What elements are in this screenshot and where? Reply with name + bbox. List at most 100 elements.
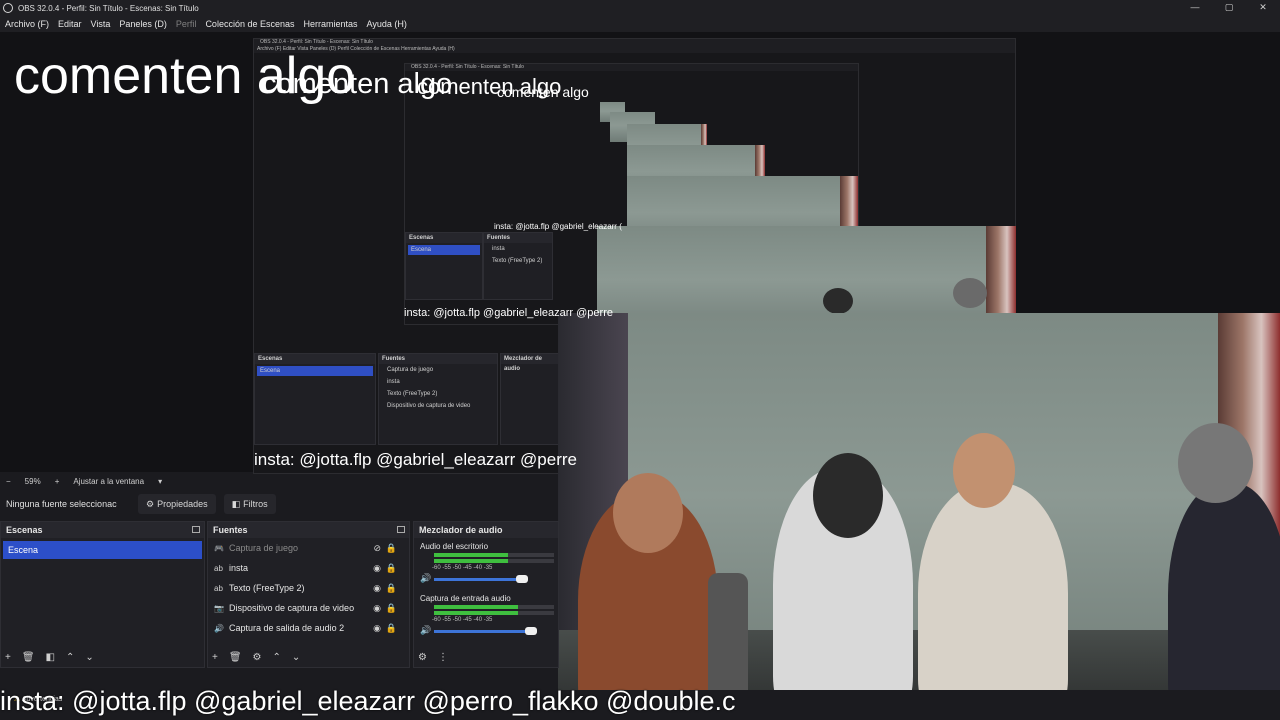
source-item[interactable]: ab Texto (FreeType 2) ◉ 🔒 <box>208 578 409 598</box>
level-meter <box>434 605 554 609</box>
level-meter <box>434 559 554 563</box>
volume-slider[interactable] <box>434 575 529 583</box>
filters-label: Filtros <box>243 499 268 509</box>
mixer-toolbar: ⚙ ⋮ <box>414 647 558 667</box>
menu-archivo[interactable]: Archivo (F) <box>5 19 49 29</box>
scene-filters-icon[interactable]: ◧ <box>46 652 55 663</box>
camera-feed <box>558 313 1280 720</box>
menu-herramientas[interactable]: Herramientas <box>304 19 358 29</box>
title-bar: OBS 32.0.4 - Perfil: Sin Título - Escena… <box>0 0 1280 16</box>
advanced-audio-icon[interactable]: ⚙ <box>418 652 427 663</box>
channel-name: Audio del escritorio <box>420 542 489 551</box>
obs-logo-icon <box>3 3 13 13</box>
preview-canvas[interactable]: OBS 32.0.4 - Perfil: Sin Título - Escena… <box>0 32 1280 720</box>
move-down-icon[interactable]: ⌄ <box>85 652 93 663</box>
source-label: insta <box>229 563 249 573</box>
remove-scene-icon[interactable]: 🗑 <box>22 652 35 663</box>
nested-sources-title: Fuentes <box>484 233 552 243</box>
minimize-button[interactable]: — <box>1178 0 1212 14</box>
sources-dock-header: Fuentes <box>208 522 409 538</box>
scenes-dock: Escenas Escena + 🗑 ◧ ⌃ ⌄ <box>0 521 205 668</box>
meter-ticks: -60 -55 -50 -45 -40 -35 <box>432 617 493 623</box>
fit-to-window-label[interactable]: Ajustar a la ventana <box>73 477 144 486</box>
mute-speaker-icon[interactable]: 🔊 <box>420 625 431 636</box>
lock-icon[interactable]: 🔒 <box>386 563 397 574</box>
scene-item[interactable]: Escena <box>3 541 202 559</box>
visibility-eye-icon[interactable]: ⊘ <box>373 543 381 554</box>
menu-editar[interactable]: Editar <box>58 19 82 29</box>
maximize-button[interactable]: ▢ <box>1212 0 1246 14</box>
sources-list: 🎮 Captura de juego ⊘ 🔒 ab insta ◉ 🔒 ab Texto (Fre… <box>208 538 409 638</box>
window-title: OBS 32.0.4 - Perfil: Sin Título - Escena… <box>18 3 199 13</box>
mute-speaker-icon[interactable]: 🔊 <box>420 573 431 584</box>
level-meter <box>434 611 554 615</box>
source-item[interactable]: 🔊 Captura de salida de audio 2 ◉ 🔒 <box>208 618 409 638</box>
visibility-eye-icon[interactable]: ◉ <box>373 623 381 634</box>
handles-overlay-nested-3: insta: @jotta.flp @gabriel_eleazarr ( <box>494 222 622 231</box>
source-item[interactable]: ab insta ◉ 🔒 <box>208 558 409 578</box>
properties-label: Propiedades <box>157 499 208 509</box>
speaker-icon: 🔊 <box>214 623 224 633</box>
source-properties-gear-icon[interactable]: ⚙ <box>253 652 262 663</box>
mixer-dock-header: Mezclador de audio <box>414 522 558 538</box>
volume-slider-handle[interactable] <box>525 627 537 635</box>
menu-vista[interactable]: Vista <box>91 19 111 29</box>
lock-icon[interactable]: 🔒 <box>386 543 397 554</box>
nested-sources-dock-l1: Fuentes Captura de juego insta Texto (Fr… <box>378 353 498 445</box>
volume-slider[interactable] <box>434 627 537 635</box>
camera-icon: 📷 <box>214 603 224 613</box>
comment-overlay-nested-3: comenten algo <box>497 84 589 100</box>
filters-button[interactable]: ◧ Filtros <box>223 494 276 514</box>
nested-scene-item: Escena <box>408 245 480 255</box>
nested-mixer-title-l1: Mezclador de audio <box>501 354 559 372</box>
move-up-icon[interactable]: ⌃ <box>66 652 74 663</box>
level-meter <box>434 553 554 557</box>
visibility-eye-icon[interactable]: ◉ <box>373 563 381 574</box>
visibility-eye-icon[interactable]: ◉ <box>373 603 381 614</box>
gear-icon: ⚙ <box>146 498 155 509</box>
lock-icon[interactable]: 🔒 <box>386 583 397 594</box>
handles-overlay: insta: @jotta.flp @gabriel_eleazarr @per… <box>0 686 736 716</box>
text-icon: ab <box>214 583 223 593</box>
menu-ayuda[interactable]: Ayuda (H) <box>367 19 407 29</box>
nested-title: OBS 32.0.4 - Perfil: Sin Título - Escena… <box>254 39 1015 46</box>
menu-paneles[interactable]: Paneles (D) <box>119 19 167 29</box>
menu-coleccion[interactable]: Colección de Escenas <box>205 19 294 29</box>
scenes-title: Escenas <box>6 525 43 535</box>
visibility-eye-icon[interactable]: ◉ <box>373 583 381 594</box>
mixer-channels: Audio del escritorio -60 -55 -50 -45 -40 … <box>414 538 558 642</box>
mixer-menu-icon[interactable]: ⋮ <box>438 652 448 663</box>
properties-button[interactable]: ⚙ Propiedades <box>138 494 216 514</box>
audio-mixer-dock: Mezclador de audio Audio del escritorio -… <box>413 521 559 668</box>
filter-icon: ◧ <box>231 498 241 509</box>
source-item[interactable]: 📷 Dispositivo de captura de video ◉ 🔒 <box>208 598 409 618</box>
undock-icon[interactable] <box>397 526 405 533</box>
source-item[interactable]: 🎮 Captura de juego ⊘ 🔒 <box>208 538 409 558</box>
nested-scenes-title: Escenas <box>406 233 482 243</box>
nested-title-2: OBS 32.0.4 - Perfil: Sin Título - Escena… <box>405 64 858 71</box>
undock-icon[interactable] <box>192 526 200 533</box>
close-button[interactable]: ✕ <box>1246 0 1280 14</box>
nested-scenes-title-l1: Escenas <box>255 354 375 364</box>
nested-sources-title-l1: Fuentes <box>379 354 497 364</box>
mixer-channel: Captura de entrada audio -60 -55 -50 -45 … <box>414 590 558 642</box>
lock-icon[interactable]: 🔒 <box>386 603 397 614</box>
lock-icon[interactable]: 🔒 <box>386 623 397 634</box>
menu-bar: Archivo (F) Editar Vista Paneles (D) Per… <box>0 16 1280 32</box>
zoom-dropdown-icon[interactable]: ▾ <box>158 477 162 486</box>
nested-source-row: Texto (FreeType 2) <box>492 258 543 264</box>
nested-src-3: Dispositivo de captura de video <box>387 403 471 409</box>
move-up-icon[interactable]: ⌃ <box>273 652 281 663</box>
source-label: Texto (FreeType 2) <box>229 583 305 593</box>
zoom-in-button[interactable]: + <box>55 477 60 486</box>
volume-slider-handle[interactable] <box>516 575 529 583</box>
add-source-button[interactable]: + <box>212 652 218 663</box>
zoom-out-button[interactable]: − <box>6 477 11 486</box>
channel-name: Captura de entrada audio <box>420 594 511 603</box>
nested-src-0: Captura de juego <box>387 367 434 373</box>
add-scene-button[interactable]: + <box>5 652 11 663</box>
menu-perfil[interactable]: Perfil <box>176 19 197 29</box>
remove-source-icon[interactable]: 🗑 <box>229 652 242 663</box>
nested-scenes-dock-l1: Escenas Escena <box>254 353 376 445</box>
move-down-icon[interactable]: ⌄ <box>292 652 300 663</box>
